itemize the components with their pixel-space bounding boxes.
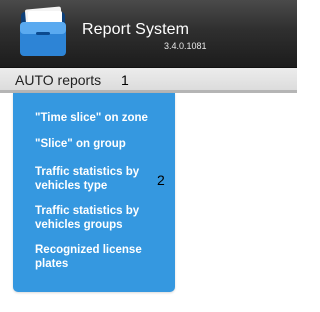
app-header: Report System 3.4.0.1081 [0, 0, 297, 68]
auto-reports-dropdown: "Time slice" on zone "Slice" on group Tr… [13, 93, 175, 292]
app-version: 3.4.0.1081 [164, 41, 207, 51]
folder-report-icon [20, 6, 66, 56]
menu-item-traffic-by-vehicles-groups[interactable]: Traffic statistics by vehicles groups [35, 204, 171, 232]
menu-bar: AUTO reports [0, 68, 297, 93]
auto-reports-menu[interactable]: AUTO reports [15, 72, 101, 88]
menu-item-time-slice-on-zone[interactable]: "Time slice" on zone [35, 111, 171, 125]
menu-item-traffic-by-vehicles-type[interactable]: Traffic statistics by vehicles type [35, 165, 171, 193]
menu-item-slice-on-group[interactable]: "Slice" on group [35, 137, 171, 151]
callout-number-2: 2 [157, 172, 165, 188]
callout-number-1: 1 [121, 72, 129, 88]
menu-item-recognized-license-plates[interactable]: Recognized license plates [35, 243, 171, 271]
app-title: Report System [82, 21, 190, 38]
